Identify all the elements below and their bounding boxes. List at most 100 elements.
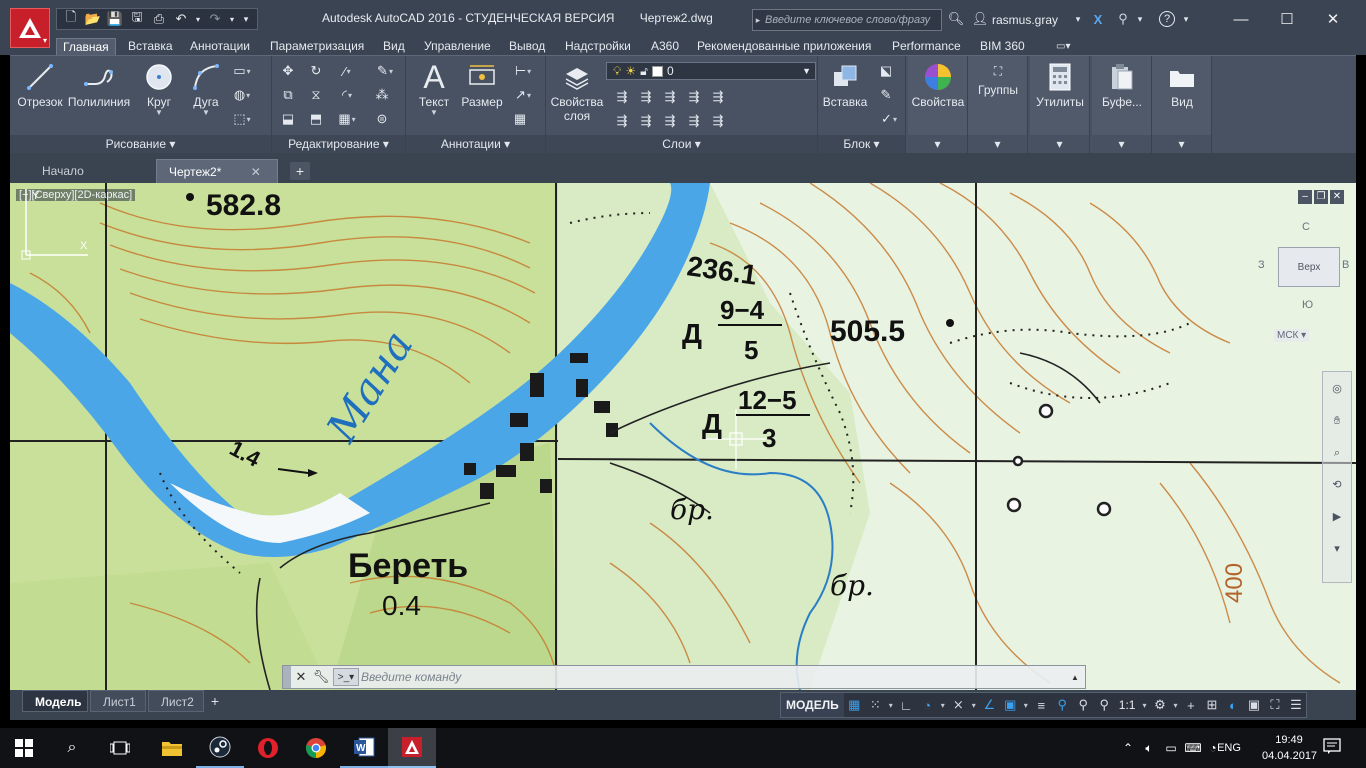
layer-properties-button[interactable]: Свойства слоя — [548, 61, 606, 123]
snap-icon[interactable]: ⁙ — [865, 694, 886, 716]
move-icon[interactable]: ✥ — [278, 62, 298, 80]
object-snap-tracking-icon[interactable]: ∠ — [979, 694, 1000, 716]
chevron-down-icon[interactable]: ▾ — [908, 135, 967, 154]
viewcube-north-label[interactable]: С — [1302, 221, 1310, 233]
task-view-icon[interactable] — [96, 728, 144, 768]
modify-panel-title[interactable]: Редактирование ▾ — [272, 135, 405, 154]
tab-drawing[interactable]: Чертеж2* ✕ — [156, 159, 278, 183]
circle-button[interactable]: Круг ▼ — [136, 61, 182, 117]
fillet-icon[interactable]: ◜ — [334, 86, 360, 104]
groups-panel[interactable]: ⛶ Группы ▾ — [968, 56, 1028, 154]
polyline-button[interactable]: Полилиния — [66, 61, 132, 109]
mirror-icon[interactable]: ⧖ — [306, 86, 326, 104]
wcs-menu[interactable]: МСК ▾ — [1274, 329, 1310, 342]
application-menu-button[interactable]: ▾ — [10, 8, 50, 48]
properties-panel[interactable]: Свойства ▾ — [908, 56, 968, 154]
boundary-icon[interactable]: ⬚ — [232, 110, 252, 128]
chevron-down-icon[interactable]: ▾ — [1134, 10, 1146, 28]
layer-on-icon[interactable]: ⇶ — [612, 112, 632, 130]
layer-make-current-icon[interactable]: ⇶ — [708, 88, 728, 106]
isolate-objects-icon[interactable]: ◐ — [1222, 694, 1243, 716]
view-panel[interactable]: Вид ▾ — [1152, 56, 1212, 154]
chevron-down-icon[interactable]: ▾ — [1170, 701, 1180, 710]
chevron-down-icon[interactable]: ▼ — [202, 109, 210, 117]
chevron-down-icon[interactable]: ▾ — [1139, 701, 1149, 710]
layer-thaw-icon[interactable]: ⇶ — [660, 112, 680, 130]
notification-icon[interactable] — [1322, 736, 1344, 758]
close-button[interactable]: ✕ — [1310, 8, 1356, 30]
linear-dim-icon[interactable]: ⊢ — [510, 62, 536, 80]
chevron-down-icon[interactable]: ▾ — [969, 701, 979, 710]
utilities-button[interactable]: Утилиты — [1032, 61, 1088, 109]
scale-icon[interactable]: ⬒ — [306, 110, 326, 128]
chevron-down-icon[interactable]: ▾ — [1180, 10, 1192, 28]
search-icon[interactable]: ⌕ — [48, 728, 96, 768]
line-button[interactable]: Отрезок — [16, 61, 64, 109]
rotate-icon[interactable]: ↻ — [306, 62, 326, 80]
ribbon-minimize-icon[interactable]: ▭▾ — [1050, 38, 1076, 55]
chevron-down-icon[interactable]: ▼ — [155, 109, 163, 117]
undo-dropdown-icon[interactable]: ▾ — [193, 10, 203, 28]
offset-icon[interactable]: ⊜ — [372, 110, 392, 128]
open-file-icon[interactable]: 📂 — [83, 10, 103, 28]
clock[interactable]: 19:49 04.04.2017 — [1262, 732, 1317, 764]
hatch-icon[interactable]: ◍ — [232, 86, 252, 104]
layer-lock-icon[interactable]: ⇶ — [684, 88, 704, 106]
tab-a360[interactable]: A360 — [645, 38, 685, 55]
layers-panel-title[interactable]: Слои ▾ — [546, 135, 817, 154]
viewcube-west-label[interactable]: З — [1258, 259, 1265, 271]
view-button[interactable]: Вид — [1154, 61, 1210, 109]
layer-dropdown[interactable]: 💡︎ ☀ 🔓︎ 0 ▼ — [606, 62, 816, 80]
layout-tab-model[interactable]: Модель — [22, 690, 88, 712]
chevron-down-icon[interactable]: ▾ — [1092, 135, 1151, 154]
steam-icon[interactable] — [196, 728, 244, 768]
create-block-icon[interactable]: ⬕ — [876, 62, 896, 80]
steering-wheel-icon[interactable]: ◎ — [1330, 382, 1344, 396]
tab-output[interactable]: Вывод — [503, 38, 551, 55]
isodraft-icon[interactable]: ⨯ — [948, 694, 969, 716]
windows-start-icon[interactable] — [0, 728, 48, 768]
layer-isolate-icon[interactable]: ⇶ — [636, 88, 656, 106]
table-icon[interactable]: ▦ — [510, 110, 530, 128]
chevron-right-icon[interactable]: ▸ — [753, 15, 763, 26]
autocad-taskbar-icon[interactable] — [388, 728, 436, 768]
object-snap-icon[interactable]: ▣ — [1000, 694, 1021, 716]
close-tab-icon[interactable]: ✕ — [251, 165, 261, 179]
tab-insert[interactable]: Вставка — [122, 38, 179, 55]
volume-icon[interactable]: 🔈︎ — [1138, 728, 1160, 768]
maximize-button[interactable]: ☐ — [1264, 8, 1310, 30]
hardware-acceleration-icon[interactable]: ▣ — [1243, 694, 1264, 716]
chevron-down-icon[interactable]: ▾ — [938, 701, 948, 710]
ortho-icon[interactable]: ∟ — [896, 694, 917, 716]
new-tab-button[interactable]: + — [290, 162, 310, 180]
tab-parametric[interactable]: Параметризация — [264, 38, 370, 55]
properties-button[interactable]: Свойства — [910, 61, 966, 109]
draw-panel-title[interactable]: Рисование ▾ — [10, 135, 271, 154]
tab-home[interactable]: Главная — [56, 38, 116, 55]
help-search-input[interactable] — [763, 10, 939, 30]
arc-button[interactable]: Дуга ▼ — [184, 61, 228, 117]
drawing-canvas[interactable]: 582.8 505.5 236.1 Мана 1.4 Береть 0.4 Д … — [10, 183, 1356, 690]
command-input[interactable] — [361, 667, 1071, 687]
keyboard-icon[interactable]: ⌨ — [1182, 728, 1204, 768]
tab-featured-apps[interactable]: Рекомендованные приложения — [691, 38, 877, 55]
array-icon[interactable]: ▦ — [334, 110, 360, 128]
layout-tab-sheet1[interactable]: Лист1 — [90, 690, 146, 712]
wrench-icon[interactable]: 🔧︎ — [311, 669, 331, 685]
chrome-icon[interactable] — [292, 728, 340, 768]
rectangle-icon[interactable]: ▭ — [232, 62, 252, 80]
user-icon[interactable]: 👤︎ — [970, 10, 990, 28]
viewport-restore-button[interactable]: ❐ — [1314, 190, 1328, 204]
trim-icon[interactable]: ⁄ — [334, 62, 360, 80]
tab-annotate[interactable]: Аннотации — [184, 38, 256, 55]
viewport-minimize-button[interactable]: – — [1298, 190, 1312, 204]
text-button[interactable]: A Текст ▼ — [410, 59, 458, 117]
layer-off-icon[interactable]: ⇶ — [612, 88, 632, 106]
chevron-up-icon[interactable]: ⌃ — [1118, 728, 1138, 768]
viewcube-east-label[interactable]: В — [1342, 259, 1349, 271]
a360-icon[interactable]: ⚲ — [1112, 10, 1134, 28]
minimize-button[interactable]: ― — [1218, 8, 1264, 30]
layer-unlock-icon[interactable]: ⇶ — [684, 112, 704, 130]
dimension-button[interactable]: Размер — [458, 61, 506, 109]
model-space-toggle[interactable]: МОДЕЛЬ — [781, 693, 844, 717]
